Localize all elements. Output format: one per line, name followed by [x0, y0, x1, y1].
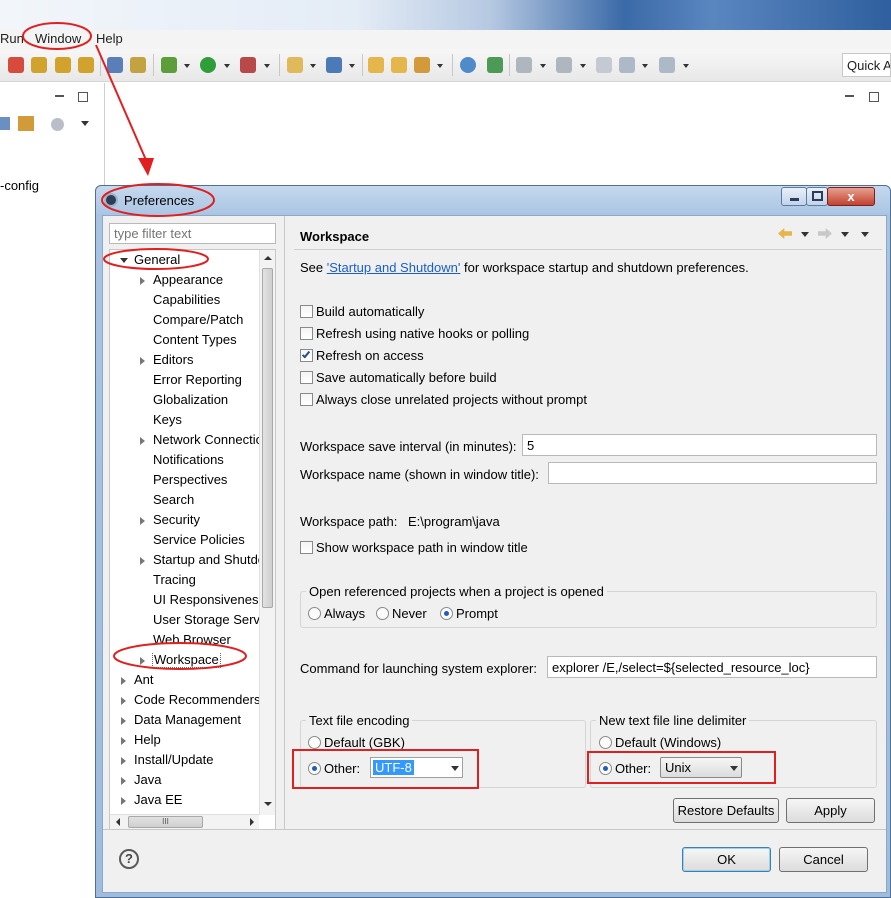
annotation-box-encoding — [292, 749, 479, 789]
annotation-circle-general — [103, 248, 209, 270]
annotation-circle-window — [22, 22, 92, 50]
annotation-arrowhead — [138, 158, 154, 176]
annotation-layer — [22, 22, 776, 789]
annotation-arrow-line — [95, 44, 147, 161]
annotation-circle-preferences — [101, 183, 215, 217]
annotation-circle-workspace — [113, 642, 247, 670]
annotation-box-delimiter — [587, 751, 776, 784]
